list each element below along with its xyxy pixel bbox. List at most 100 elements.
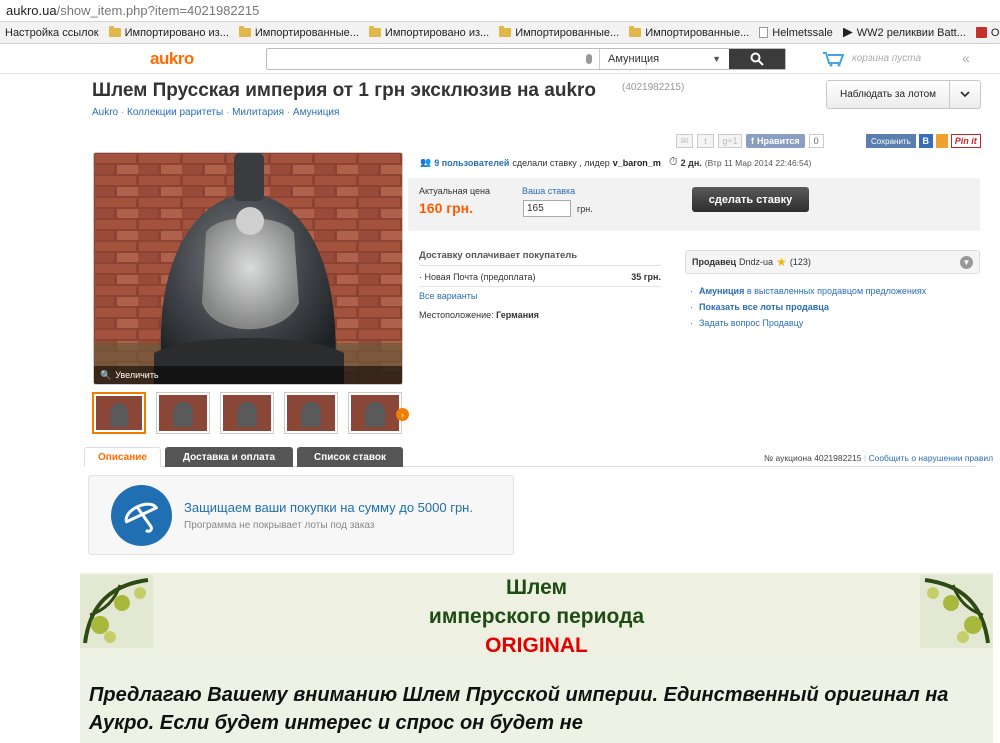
breadcrumb-item[interactable]: Коллекции раритеты (127, 107, 223, 118)
bookmark-label: Импортировано из... (124, 26, 229, 39)
category-value: Амуниция (608, 53, 660, 65)
thumbnail[interactable] (284, 392, 338, 434)
description-heading-line1: Шлем (505, 576, 568, 599)
watch-button[interactable]: Наблюдать за лотом (826, 80, 981, 109)
bookmark-item[interactable]: Импортировано из... (104, 22, 234, 43)
seller-name[interactable]: Dndz-ua (739, 257, 773, 267)
aukro-logo[interactable]: aukro (150, 49, 194, 69)
facebook-like-button[interactable]: f Нравится (746, 134, 805, 148)
url-path: /show_item.php?item=4021982215 (56, 3, 260, 18)
search-icon (750, 52, 764, 66)
report-link[interactable]: Сообщить о нарушении правил (868, 453, 993, 463)
buyer-protection: Защищаем ваши покупки на сумму до 5000 г… (88, 475, 514, 555)
seller-box[interactable]: Продавец Dndz-ua ★ (123) ▼ (685, 250, 980, 274)
tab-bids[interactable]: Список ставок (297, 447, 403, 467)
search-button[interactable] (729, 49, 785, 69)
tab-description[interactable]: Описание (84, 447, 161, 467)
location-label: Местоположение: (419, 310, 494, 320)
bookmark-item[interactable]: Настройка ссылок (0, 22, 104, 43)
main-product-image[interactable]: 🔍 Увеличить (93, 152, 403, 385)
seller-rating: (123) (789, 257, 811, 267)
umbrella-icon (111, 485, 172, 546)
red-icon (975, 27, 987, 38)
address-bar[interactable]: aukro.ua/show_item.php?item=4021982215 (0, 0, 1000, 22)
seller-link-all-lots[interactable]: Показать все лоты продавца (688, 299, 926, 315)
current-price: 160 грн. (419, 200, 473, 216)
social-share: ✉ t g+1 f Нравится 0 (676, 134, 824, 148)
time-left: ⏱ 2 дн. (Втр 11 Мар 2014 22:46:54) (669, 156, 811, 169)
folder-icon (499, 26, 512, 37)
breadcrumb-item[interactable]: Милитария (232, 107, 284, 118)
mail-icon[interactable]: ✉ (676, 134, 693, 148)
bookmark-label: Импортировано из... (384, 26, 490, 39)
thumbnail[interactable] (220, 392, 274, 434)
odnoklassniki-icon[interactable] (935, 134, 948, 148)
chevron-down-icon: ▼ (712, 54, 721, 64)
bidders-link[interactable]: 9 пользователей (434, 158, 509, 168)
bidders-text: сделали ставку , лидер (512, 157, 610, 168)
seller-link-ask[interactable]: Задать вопрос Продавцу (688, 315, 926, 331)
folder-icon (238, 26, 251, 37)
tab-delivery[interactable]: Доставка и оплата (165, 447, 293, 467)
save-button[interactable]: Сохранить (866, 134, 916, 148)
breadcrumb-item[interactable]: Амуниция (293, 107, 340, 118)
site-header: aukro Амуниция ▼ корзина пуста « (0, 44, 1000, 74)
bookmark-label: Общедоступный э... (990, 26, 1000, 39)
item-description: Шлем имперского периода ORIGINAL Предлаг… (80, 573, 993, 743)
all-variants-link[interactable]: Все варианты (419, 291, 661, 301)
cart[interactable]: корзина пуста (822, 50, 921, 67)
bookmark-label: Helmetssale (772, 26, 833, 39)
double-chevron-icon[interactable]: « (962, 50, 970, 66)
thumbnail[interactable] (348, 392, 402, 434)
your-bid-label[interactable]: Ваша ставка (522, 186, 575, 196)
bookmark-label: Импортированные... (254, 26, 359, 39)
auction-number: № аукциона 4021982215 | Сообщить о наруш… (764, 453, 994, 463)
bookmark-item[interactable]: Helmetssale (754, 22, 838, 43)
watch-label: Наблюдать за лотом (827, 81, 950, 108)
pinit-button[interactable]: Pin it (950, 134, 981, 148)
clock-icon: ⏱ (669, 156, 678, 168)
bookmark-item[interactable]: Импортированные... (494, 22, 624, 43)
search-input[interactable] (267, 49, 579, 69)
bookmark-item[interactable]: WW2 реликвии Batt... (838, 22, 971, 43)
seller-links: Амуниция в выставленных продавцом предло… (688, 283, 926, 331)
url-domain: aukro.ua (6, 3, 57, 18)
bid-input[interactable]: 165 (523, 200, 571, 217)
chevron-down-icon[interactable] (950, 81, 980, 108)
bidders-info: 👥 9 пользователей сделали ставку , лидер… (420, 157, 661, 168)
seller-link-category[interactable]: Амуниция в выставленных продавцом предло… (688, 283, 926, 299)
category-select[interactable]: Амуниция ▼ (599, 49, 729, 69)
end-date: (Втр 11 Мар 2014 22:46:54) (704, 157, 812, 168)
delivery-cost: 35 грн. (631, 272, 661, 282)
location: Местоположение: Германия (419, 310, 661, 320)
delivery-heading: Доставку оплачивает покупатель (419, 250, 661, 266)
description-body: Предлагаю Вашему вниманию Шлем Прусской … (89, 684, 949, 734)
page-icon (759, 27, 769, 38)
thumbnail[interactable] (156, 392, 210, 434)
delivery-method: Новая Почта (предоплата) (424, 272, 536, 282)
users-icon: 👥 (420, 157, 432, 167)
breadcrumb-item[interactable]: Aukro (92, 107, 118, 118)
bookmark-label: Импортированные... (645, 26, 750, 39)
next-thumbnails-icon[interactable]: › (396, 408, 409, 421)
bookmark-item[interactable]: Импортировано из... (364, 22, 494, 43)
zoom-button[interactable]: 🔍 Увеличить (94, 366, 402, 384)
current-price-label: Актуальная цена (419, 186, 490, 196)
delivery-option: · Новая Почта (предоплата) 35 грн. (419, 272, 661, 287)
vk-button[interactable]: B (918, 134, 933, 148)
cart-label: корзина пуста (852, 53, 922, 64)
bookmark-item[interactable]: Общедоступный э... (971, 22, 1000, 43)
twitter-icon[interactable]: t (697, 134, 714, 148)
basket-icon (823, 52, 844, 67)
bookmark-item[interactable]: Импортированные... (234, 22, 364, 43)
thumbnail-strip (92, 392, 402, 434)
gplus-button[interactable]: g+1 (718, 134, 742, 148)
bookmark-item[interactable]: Импортированные... (624, 22, 754, 43)
arrow-icon (842, 27, 853, 38)
microphone-icon[interactable] (579, 49, 599, 69)
leader-name[interactable]: v_baron_m (613, 158, 661, 168)
chevron-down-icon[interactable]: ▼ (960, 256, 973, 269)
thumbnail[interactable] (92, 392, 146, 434)
like-label: Нравится (757, 136, 800, 146)
place-bid-button[interactable]: сделать ставку (692, 187, 809, 212)
